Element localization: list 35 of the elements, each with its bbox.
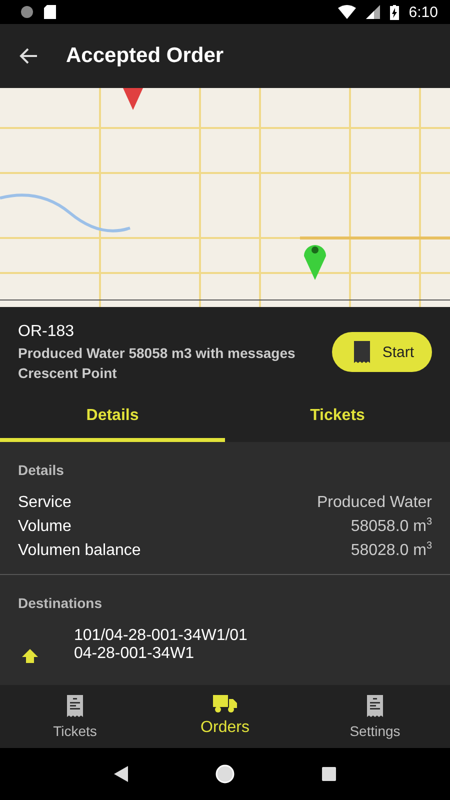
spinner-icon bbox=[20, 5, 34, 19]
order-description: Produced Water 58058 m3 with messages bbox=[18, 345, 296, 361]
receipt-icon bbox=[354, 341, 370, 363]
destination-address: 04-28-001-34W1 bbox=[74, 645, 196, 663]
section-heading: Details bbox=[18, 462, 65, 478]
truck-icon bbox=[213, 695, 237, 713]
clock: 6:10 bbox=[408, 4, 438, 20]
tab[interactable]: Tickets bbox=[225, 395, 450, 442]
sd-card-icon bbox=[44, 5, 56, 19]
order-id: OR-183 bbox=[18, 323, 76, 341]
receipt-icon bbox=[367, 695, 383, 717]
nav-tab[interactable]: Settings bbox=[300, 685, 450, 748]
field-value: 58058.0 m$^{3}$ bbox=[350, 518, 432, 536]
field-value: 58028.0 m$^{3}$ bbox=[350, 542, 432, 560]
back-icon[interactable] bbox=[18, 47, 38, 65]
field-value: Produced Water bbox=[316, 494, 432, 512]
home-icon[interactable] bbox=[214, 764, 235, 784]
start-button[interactable]: Start bbox=[332, 332, 432, 372]
tab[interactable]: Details bbox=[0, 395, 225, 442]
nav-tab[interactable]: Orders bbox=[150, 685, 300, 748]
company-name: Crescent Point bbox=[18, 365, 118, 381]
screen-title: Accepted Order bbox=[66, 44, 224, 68]
signal-icon bbox=[366, 5, 380, 19]
recents-icon[interactable] bbox=[322, 767, 336, 781]
wifi-icon bbox=[338, 5, 356, 19]
battery-icon bbox=[390, 4, 399, 20]
field-label: Service bbox=[18, 494, 72, 512]
field-label: Volumen balance bbox=[18, 542, 141, 560]
section-heading: Destinations bbox=[18, 595, 104, 611]
nav-tab[interactable]: Tickets bbox=[0, 685, 150, 748]
field-label: Volume bbox=[18, 518, 72, 536]
arrow-up-icon bbox=[22, 649, 38, 663]
back-icon[interactable] bbox=[114, 766, 128, 782]
receipt-icon bbox=[67, 695, 83, 717]
destination-address: 101/04-28-001-34W1/01 bbox=[74, 627, 248, 645]
